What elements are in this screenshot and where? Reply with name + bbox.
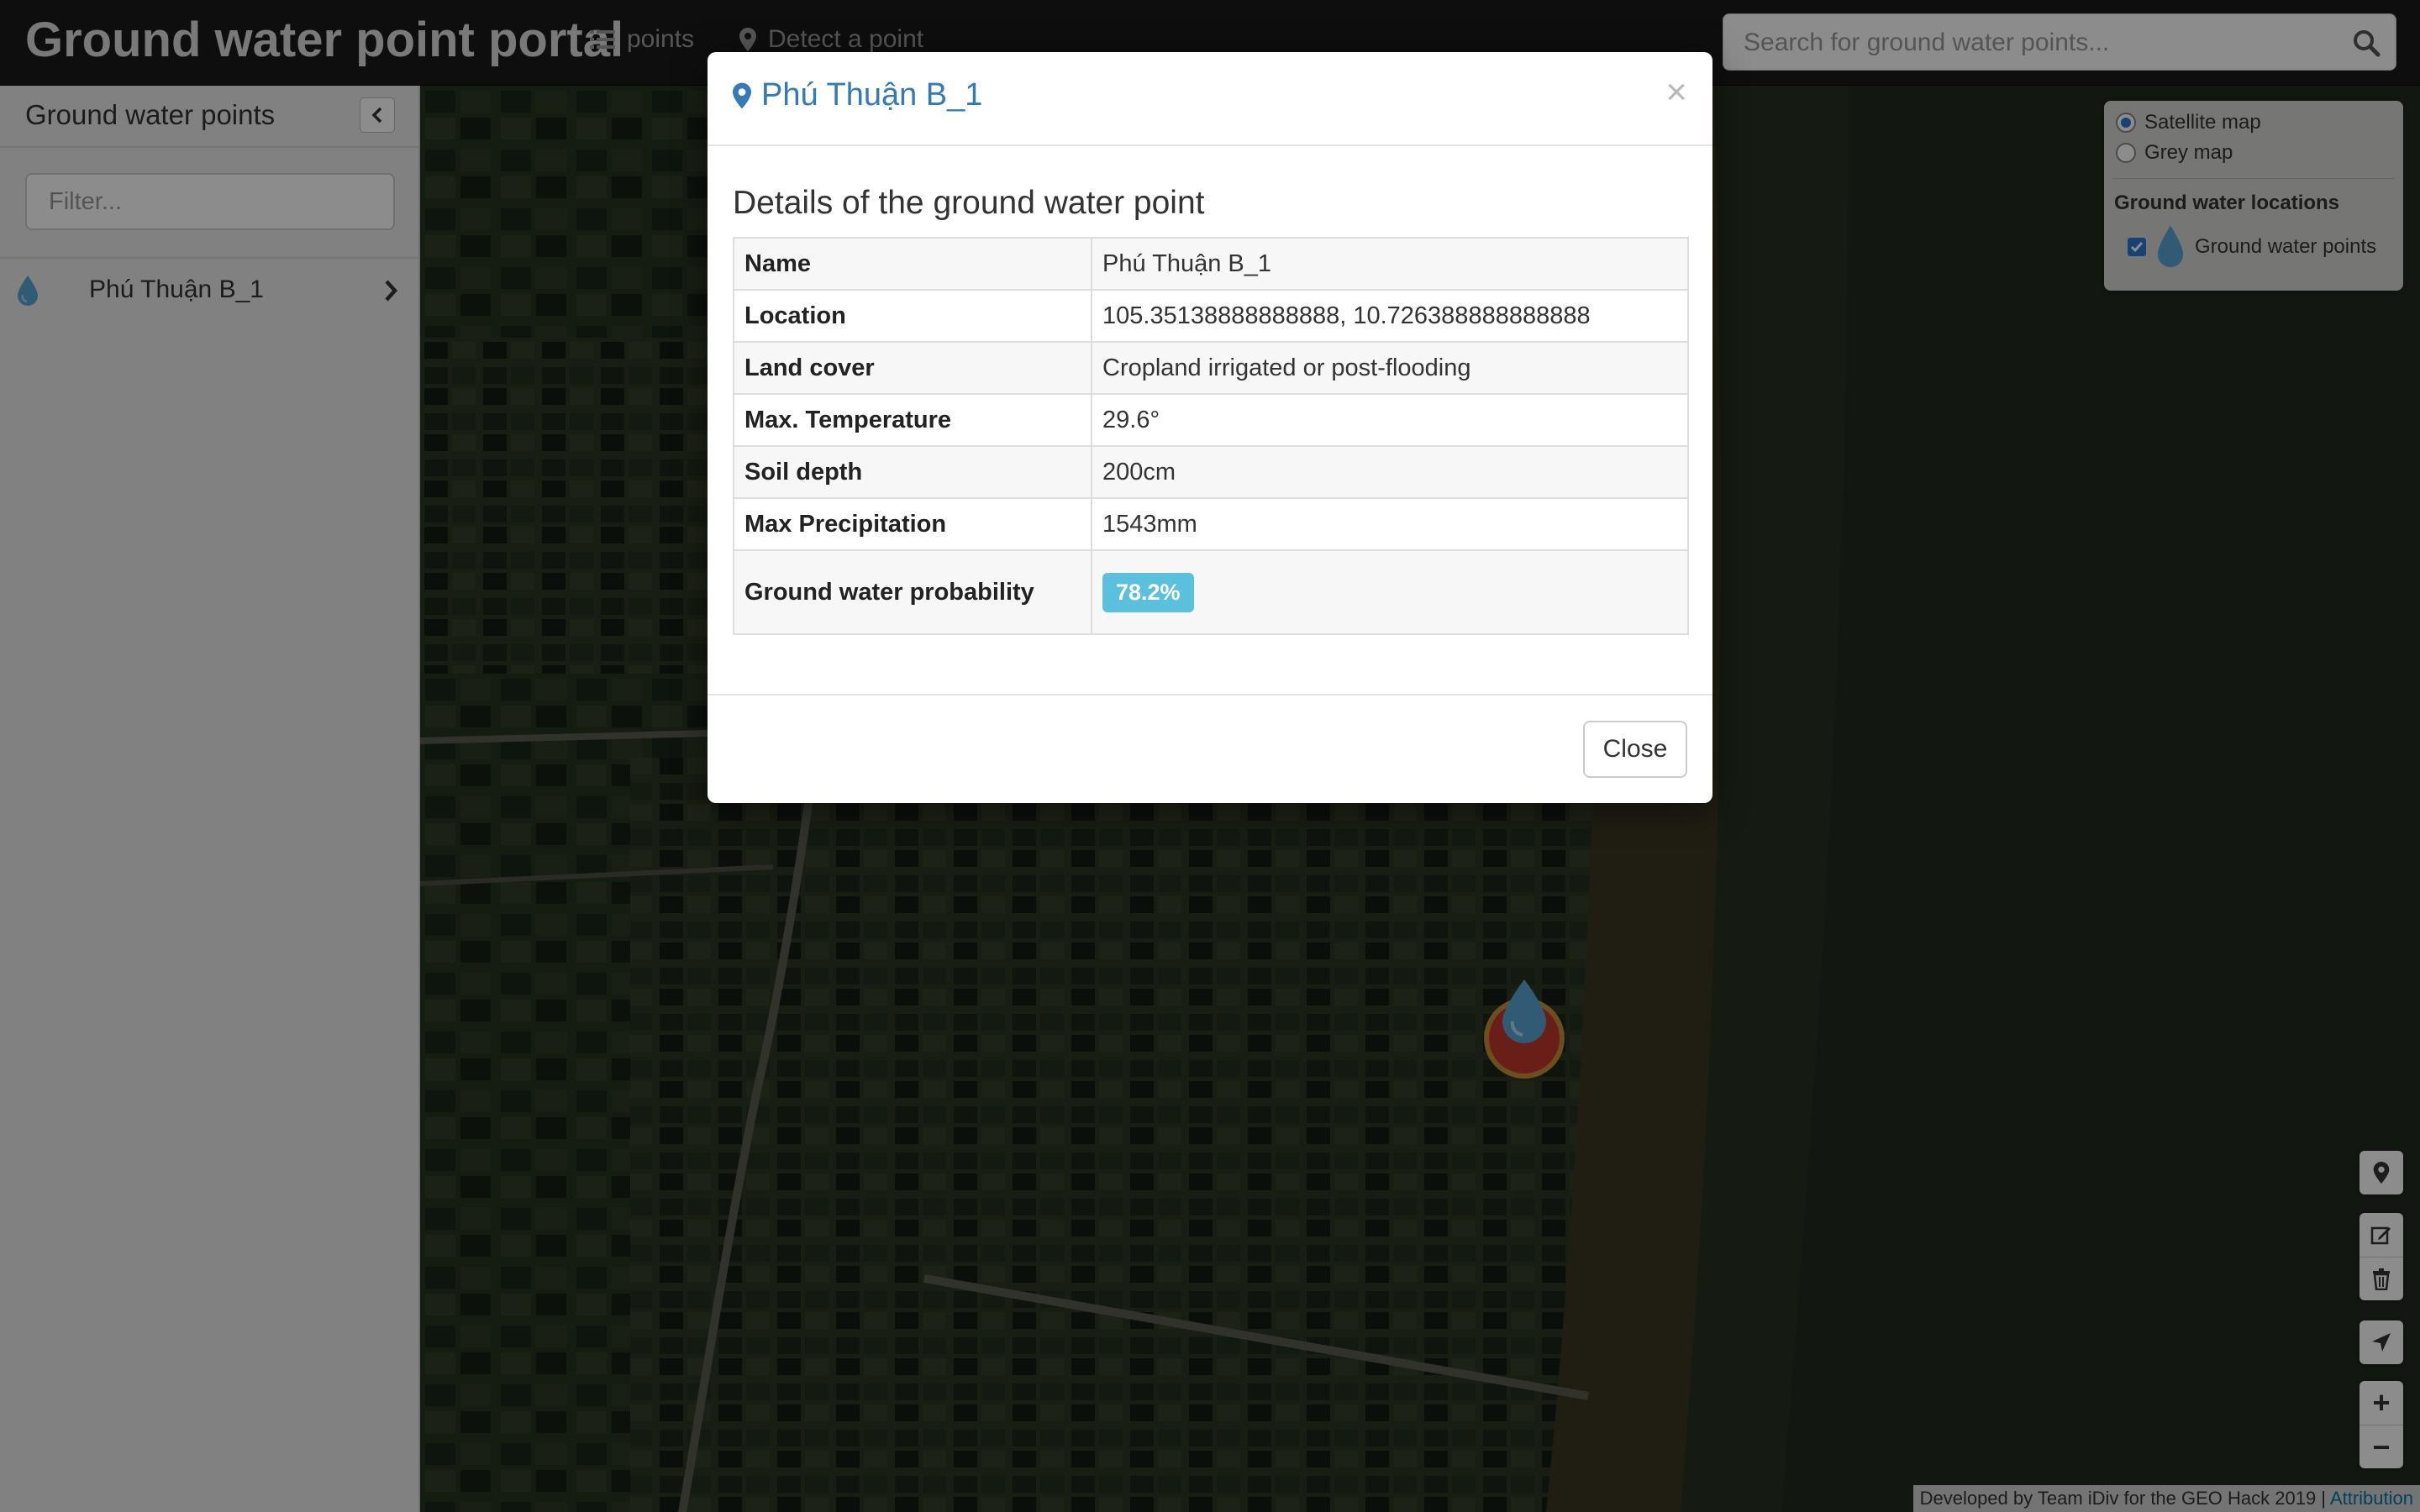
max-precipitation-value: 1543mm [1091, 497, 1689, 551]
details-heading: Details of the ground water point [733, 185, 1205, 221]
max-temperature-value: 29.6° [1091, 393, 1689, 447]
probability-label: Ground water probability [733, 549, 1092, 635]
close-button[interactable]: Close [1583, 721, 1687, 778]
table-row: Max Precipitation 1543mm [733, 497, 1689, 551]
table-row: Name Phú Thuận B_1 [733, 237, 1689, 291]
land-cover-value: Cropland irrigated or post-flooding [1091, 341, 1689, 395]
point-details-modal: Phú Thuận B_1 × Details of the ground wa… [708, 52, 1712, 803]
table-row: Land cover Cropland irrigated or post-fl… [733, 341, 1689, 395]
name-value: Phú Thuận B_1 [1091, 237, 1689, 291]
table-row: Location 105.35138888888888, 10.72638888… [733, 289, 1689, 343]
map-marker-icon [733, 82, 751, 108]
details-table: Name Phú Thuận B_1 Location 105.35138888… [733, 237, 1689, 635]
modal-header: Phú Thuận B_1 × [708, 52, 1712, 146]
table-row: Ground water probability 78.2% [733, 549, 1689, 635]
location-label: Location [733, 289, 1092, 343]
modal-title: Phú Thuận B_1 [733, 77, 982, 113]
name-label: Name [733, 237, 1092, 291]
probability-cell: 78.2% [1091, 549, 1689, 635]
table-row: Max. Temperature 29.6° [733, 393, 1689, 447]
soil-depth-label: Soil depth [733, 445, 1092, 499]
max-precipitation-label: Max Precipitation [733, 497, 1092, 551]
probability-badge: 78.2% [1102, 572, 1194, 612]
table-row: Soil depth 200cm [733, 445, 1689, 499]
modal-title-text: Phú Thuận B_1 [761, 77, 983, 113]
modal-close-icon[interactable]: × [1665, 74, 1687, 111]
land-cover-label: Land cover [733, 341, 1092, 395]
soil-depth-value: 200cm [1091, 445, 1689, 499]
max-temperature-label: Max. Temperature [733, 393, 1092, 447]
modal-footer: Close [708, 694, 1712, 803]
location-value: 105.35138888888888, 10.726388888888888 [1091, 289, 1689, 343]
